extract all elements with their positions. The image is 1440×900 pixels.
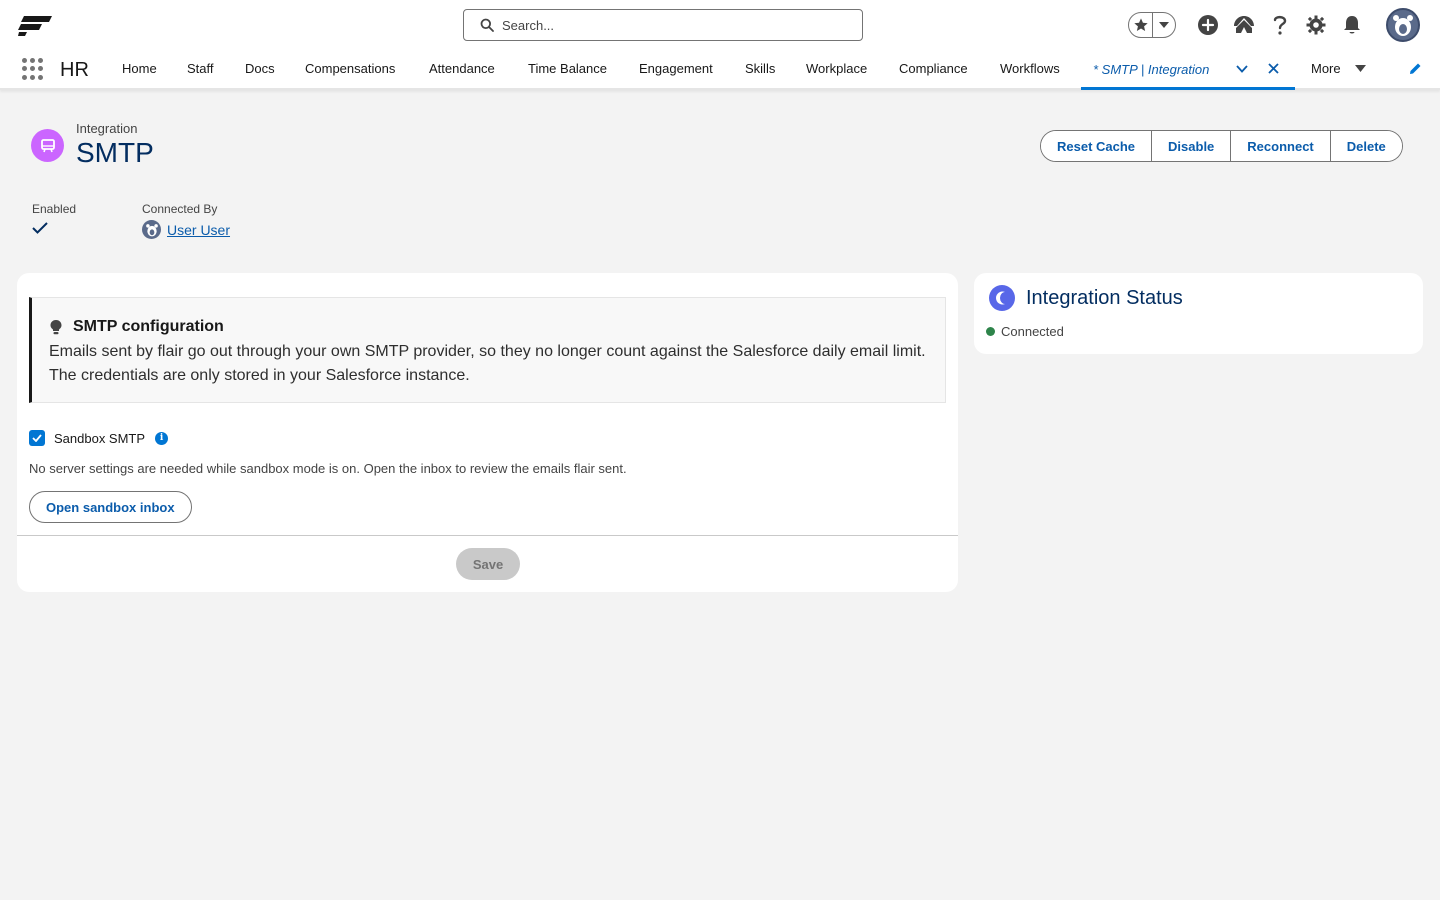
favorites-star-icon[interactable]	[1129, 13, 1153, 37]
help-icon[interactable]	[1267, 12, 1293, 38]
search-icon	[480, 18, 494, 32]
enabled-label: Enabled	[32, 202, 77, 216]
tab-close-icon[interactable]	[1268, 62, 1279, 77]
nav-item-compliance[interactable]: Compliance	[899, 61, 968, 76]
card-divider	[17, 535, 958, 536]
integration-status-title: Integration Status	[1026, 287, 1183, 309]
disable-button[interactable]: Disable	[1152, 131, 1232, 161]
checkmark-icon	[32, 222, 48, 234]
status-dot-icon	[986, 327, 995, 336]
nav-item-workplace[interactable]: Workplace	[806, 61, 867, 76]
lightbulb-icon	[50, 320, 62, 335]
reconnect-button[interactable]: Reconnect	[1231, 131, 1331, 161]
setup-gear-icon[interactable]	[1303, 12, 1329, 38]
smtp-info-callout: SMTP configuration Emails sent by flair …	[29, 297, 946, 403]
favorites-dropdown-icon[interactable]	[1153, 13, 1175, 37]
record-actions-group: Reset Cache Disable Reconnect Delete	[1040, 130, 1403, 162]
app-launcher-icon[interactable]	[22, 58, 44, 80]
chevron-down-icon	[1354, 65, 1366, 72]
connected-by-field: Connected By User User	[142, 202, 230, 239]
nav-item-time-balance[interactable]: Time Balance	[528, 61, 607, 76]
header-utility-icons	[1128, 8, 1420, 42]
nav-item-attendance[interactable]: Attendance	[429, 61, 495, 76]
nav-item-workflows[interactable]: Workflows	[1000, 61, 1060, 76]
tab-chevron-down-icon[interactable]	[1236, 62, 1248, 77]
edit-nav-pencil-icon[interactable]	[1408, 62, 1422, 79]
connected-by-avatar	[142, 220, 161, 239]
sandbox-help-text: No server settings are needed while sand…	[29, 461, 627, 476]
flair-logo[interactable]	[18, 14, 54, 36]
tab-smtp-integration[interactable]: * SMTP | Integration	[1081, 50, 1295, 90]
nav-more-label: More	[1311, 61, 1341, 76]
enabled-field: Enabled	[32, 202, 76, 234]
integration-status-card: Integration Status Connected	[974, 273, 1423, 354]
user-avatar[interactable]	[1386, 8, 1420, 42]
sandbox-smtp-checkbox[interactable]	[29, 430, 45, 446]
add-icon[interactable]	[1195, 12, 1221, 38]
search-placeholder: Search...	[502, 17, 555, 33]
nav-item-engagement[interactable]: Engagement	[639, 61, 713, 76]
notifications-bell-icon[interactable]	[1339, 12, 1365, 38]
connected-by-label: Connected By	[142, 202, 218, 216]
reset-cache-button[interactable]: Reset Cache	[1041, 131, 1153, 161]
sandbox-smtp-row: Sandbox SMTP i	[29, 430, 169, 446]
info-icon[interactable]: i	[155, 431, 169, 445]
delete-button[interactable]: Delete	[1330, 131, 1402, 161]
nav-item-skills[interactable]: Skills	[745, 61, 775, 76]
integration-record-icon	[31, 129, 64, 162]
app-name: HR	[60, 59, 89, 81]
nav-item-compensations[interactable]: Compensations	[305, 61, 395, 76]
open-sandbox-inbox-button[interactable]: Open sandbox inbox	[29, 491, 192, 523]
record-type-label: Integration	[76, 121, 138, 136]
status-value: Connected	[1001, 324, 1064, 339]
callout-body: Emails sent by flair go out through your…	[49, 343, 926, 384]
nav-more-menu[interactable]: More	[1311, 61, 1366, 76]
trailhead-icon[interactable]	[1231, 12, 1257, 38]
nav-item-docs[interactable]: Docs	[245, 61, 275, 76]
save-button[interactable]: Save	[456, 548, 520, 580]
status-row: Connected	[986, 324, 1064, 339]
callout-title: SMTP configuration	[73, 318, 224, 335]
favorites-group	[1128, 12, 1176, 38]
sandbox-smtp-label[interactable]: Sandbox SMTP	[54, 431, 145, 446]
nav-item-staff[interactable]: Staff	[187, 61, 214, 76]
connected-by-user-link[interactable]: User User	[167, 222, 230, 238]
tab-smtp-integration-label: * SMTP | Integration	[1093, 62, 1210, 77]
global-search-input[interactable]: Search...	[463, 9, 863, 41]
global-header: Search...	[0, 0, 1440, 50]
status-moon-icon	[989, 285, 1015, 311]
smtp-configuration-card: SMTP configuration Emails sent by flair …	[17, 273, 958, 592]
page-title: SMTP	[76, 137, 154, 168]
app-navigation-bar: HR Home Staff Docs Compensations Attenda…	[0, 50, 1440, 90]
nav-item-home[interactable]: Home	[122, 61, 157, 76]
